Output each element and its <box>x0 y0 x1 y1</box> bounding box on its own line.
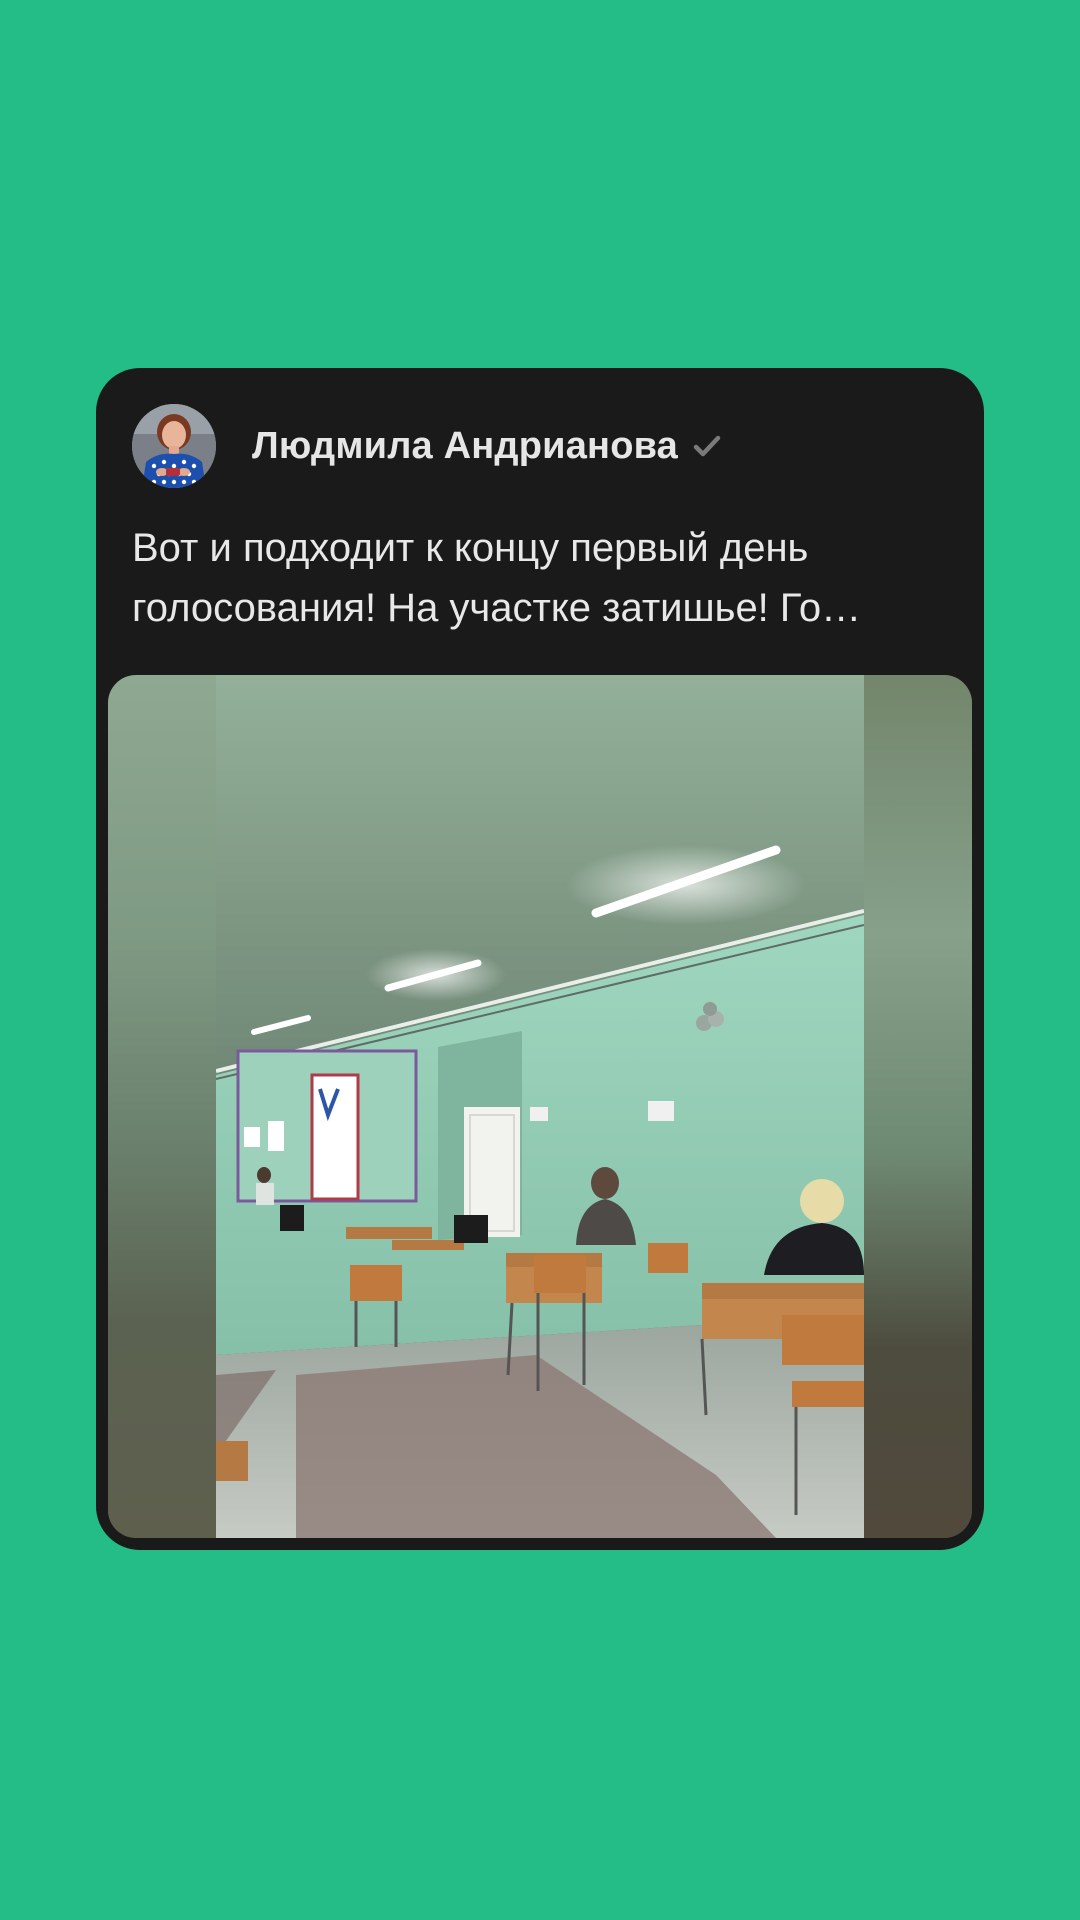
media-blur-right <box>864 675 972 1538</box>
author-name[interactable]: Людмила Андрианова <box>252 425 678 468</box>
checkmark-icon <box>693 435 721 457</box>
post-header: Людмила Андрианова <box>132 404 722 488</box>
post-text[interactable]: Вот и подходит к концу первый день голос… <box>132 518 948 638</box>
post-media[interactable] <box>108 675 972 1538</box>
media-blur-left <box>108 675 216 1538</box>
author-avatar[interactable] <box>132 404 216 488</box>
post-card[interactable]: Людмила Андрианова Вот и подходит к конц… <box>96 368 984 1550</box>
post-photo <box>216 675 864 1538</box>
